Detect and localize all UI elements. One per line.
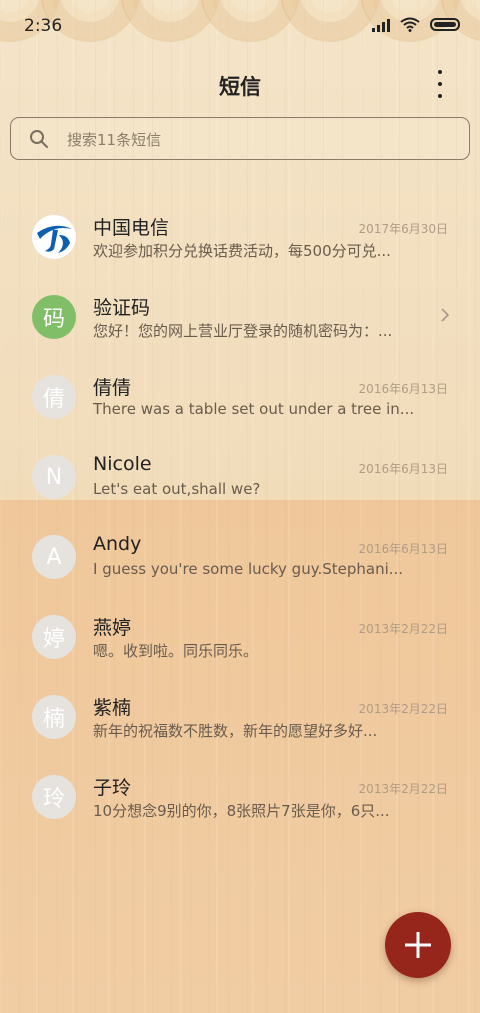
message-preview: There was a table set out under a tree i…: [93, 400, 413, 418]
more-vertical-icon: [438, 70, 442, 74]
contact-name: 验证码: [93, 297, 151, 319]
message-preview: 您好！您的网上营业厅登录的随机密码为：...: [93, 322, 393, 340]
chevron-right-icon: [441, 308, 450, 322]
search-bar[interactable]: [10, 117, 470, 161]
avatar: 楠: [32, 695, 76, 739]
message-date: 2017年6月30日: [358, 222, 448, 236]
message-date: 2016年6月13日: [358, 382, 448, 396]
avatar: 玲: [32, 775, 76, 819]
china-telecom-logo-icon: [32, 215, 76, 259]
list-item[interactable]: 码 验证码 您好！您的网上营业厅登录的随机密码为：...: [0, 275, 480, 355]
message-list: 中国电信 2017年6月30日 欢迎参加积分兑换话费活动，每500分可兑... …: [0, 195, 480, 835]
battery-icon: [430, 18, 460, 31]
new-message-button[interactable]: [385, 912, 451, 978]
contact-name: 中国电信: [93, 217, 170, 239]
avatar: 婷: [32, 615, 76, 659]
message-preview: 新年的祝福数不胜数，新年的愿望好多好...: [93, 722, 378, 740]
message-preview: Let's eat out,shall we?: [93, 480, 261, 498]
message-date: 2013年2月22日: [358, 702, 448, 716]
list-item[interactable]: A Andy 2016年6月13日 I guess you're some lu…: [0, 515, 480, 595]
signal-icon: [372, 18, 390, 32]
plus-icon: [405, 932, 431, 958]
message-date: 2013年2月22日: [358, 782, 448, 796]
list-item[interactable]: 玲 子玲 2013年2月22日 10分想念9别的你，8张照片7张是你，6只...: [0, 755, 480, 835]
message-preview: I guess you're some lucky guy.Stephani..…: [93, 560, 404, 578]
search-icon: [30, 130, 48, 148]
contact-name: Andy: [93, 533, 142, 555]
avatar: 码: [32, 295, 76, 339]
avatar: 倩: [32, 375, 76, 419]
message-preview: 欢迎参加积分兑换话费活动，每500分可兑...: [93, 242, 391, 260]
status-time: 2:36: [24, 16, 63, 36]
header: 短信: [0, 60, 480, 108]
message-preview: 10分想念9别的你，8张照片7张是你，6只...: [93, 802, 390, 820]
message-date: 2016年6月13日: [358, 542, 448, 556]
avatar: A: [32, 535, 76, 579]
message-preview: 嗯。收到啦。同乐同乐。: [93, 642, 259, 660]
contact-name: 子玲: [93, 777, 132, 799]
list-item[interactable]: 婷 燕婷 2013年2月22日 嗯。收到啦。同乐同乐。: [0, 595, 480, 675]
list-item[interactable]: 倩 倩倩 2016年6月13日 There was a table set ou…: [0, 355, 480, 435]
avatar: N: [32, 455, 76, 499]
search-input[interactable]: [65, 118, 459, 161]
message-date: 2016年6月13日: [358, 462, 448, 476]
contact-name: Nicole: [93, 453, 152, 475]
contact-name: 紫楠: [93, 697, 132, 719]
contact-name: 倩倩: [93, 377, 132, 399]
more-options-button[interactable]: [428, 70, 452, 98]
list-item[interactable]: 楠 紫楠 2013年2月22日 新年的祝福数不胜数，新年的愿望好多好...: [0, 675, 480, 755]
message-date: 2013年2月22日: [358, 622, 448, 636]
list-item[interactable]: 中国电信 2017年6月30日 欢迎参加积分兑换话费活动，每500分可兑...: [0, 195, 480, 275]
page-title: 短信: [219, 75, 261, 99]
contact-name: 燕婷: [93, 617, 132, 639]
list-item[interactable]: N Nicole 2016年6月13日 Let's eat out,shall …: [0, 435, 480, 515]
wifi-icon: [400, 17, 420, 32]
status-bar: 2:36: [0, 0, 480, 52]
